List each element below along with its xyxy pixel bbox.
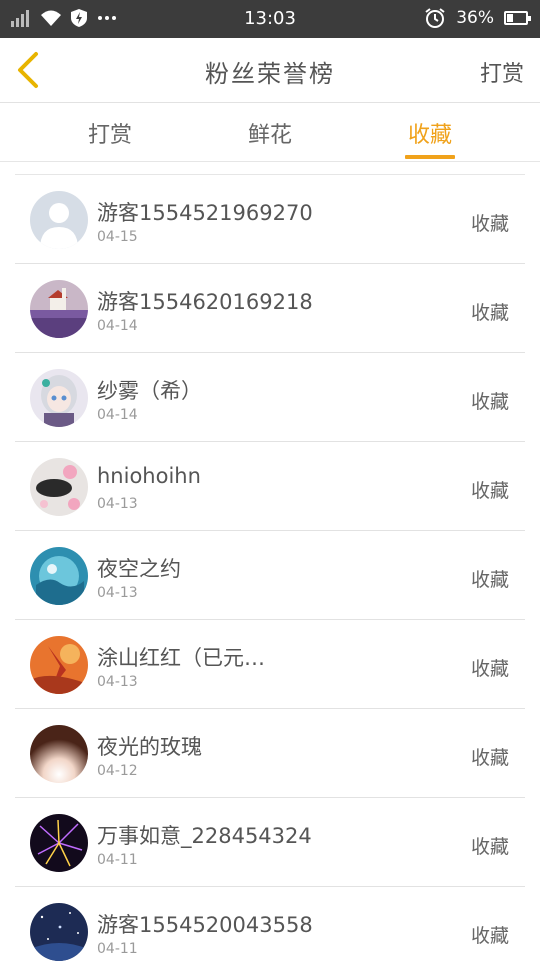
battery-icon — [504, 11, 531, 25]
action-label: 收藏 — [470, 658, 509, 680]
avatar — [30, 369, 88, 427]
alarm-icon — [424, 8, 446, 28]
action-label: 收藏 — [470, 569, 509, 591]
date-label: 04-11 — [97, 852, 138, 868]
battery-percent: 36% — [456, 8, 494, 28]
title-bar: 粉丝荣誉榜 打赏 — [0, 38, 540, 103]
active-tab-indicator — [405, 155, 455, 159]
date-label: 04-13 — [97, 674, 138, 690]
avatar — [30, 725, 88, 783]
reward-button[interactable]: 打赏 — [480, 56, 524, 88]
user-name: 游客1554520043558 — [97, 913, 313, 937]
list-item[interactable]: hniohoihn 04-13 收藏 — [15, 442, 525, 531]
user-name: 游客1554521969270 — [97, 201, 313, 225]
avatar — [30, 903, 88, 961]
avatar — [30, 280, 88, 338]
list-item[interactable]: 纱雾（希） 04-14 收藏 — [15, 353, 525, 442]
list-item[interactable]: 游客1554521969270 04-15 收藏 — [15, 175, 525, 264]
user-name: 纱雾（希） — [97, 379, 202, 403]
tab-flowers[interactable]: 鲜花 — [220, 117, 320, 149]
status-bar: 13:03 36% — [0, 0, 540, 38]
date-label: 04-14 — [97, 407, 138, 423]
avatar — [30, 636, 88, 694]
user-name: 涂山红红（已元… — [97, 646, 265, 670]
status-right-icons: 36% — [424, 8, 531, 28]
date-label: 04-12 — [97, 763, 138, 779]
date-label: 04-11 — [97, 941, 138, 957]
list-item[interactable]: 游客1554620169218 04-14 收藏 — [15, 264, 525, 353]
tab-reward[interactable]: 打赏 — [60, 117, 160, 149]
user-name: 游客1554620169218 — [97, 290, 313, 314]
list-item[interactable]: 夜空之约 04-13 收藏 — [15, 531, 525, 620]
list-item[interactable]: 万事如意_228454324 04-11 收藏 — [15, 798, 525, 887]
page-title: 粉丝荣誉榜 — [205, 60, 335, 88]
action-label: 收藏 — [470, 213, 509, 235]
list-item[interactable]: 夜光的玫瑰 04-12 收藏 — [15, 709, 525, 798]
user-name: hniohoihn — [97, 464, 201, 488]
user-name: 夜空之约 — [97, 557, 181, 581]
list-item[interactable]: 游客1554520043558 04-11 收藏 — [15, 887, 525, 961]
tab-favorites[interactable]: 收藏 — [380, 117, 480, 149]
list-item[interactable]: 涂山红红（已元… 04-13 收藏 — [15, 620, 525, 709]
tab-bar: 打赏 鲜花 收藏 — [0, 103, 540, 162]
action-label: 收藏 — [470, 836, 509, 858]
user-name: 夜光的玫瑰 — [97, 735, 202, 759]
avatar — [30, 547, 88, 605]
action-label: 收藏 — [470, 302, 509, 324]
date-label: 04-15 — [97, 229, 138, 245]
action-label: 收藏 — [470, 480, 509, 502]
action-label: 收藏 — [470, 747, 509, 769]
action-label: 收藏 — [470, 391, 509, 413]
avatar — [30, 814, 88, 872]
avatar — [30, 191, 88, 249]
fan-list: 游客1554521969270 04-15 收藏 游客1554620169218… — [15, 174, 525, 961]
action-label: 收藏 — [470, 925, 509, 947]
date-label: 04-13 — [97, 585, 138, 601]
user-name: 万事如意_228454324 — [97, 824, 312, 848]
date-label: 04-14 — [97, 318, 138, 334]
avatar — [30, 458, 88, 516]
date-label: 04-13 — [97, 496, 138, 512]
